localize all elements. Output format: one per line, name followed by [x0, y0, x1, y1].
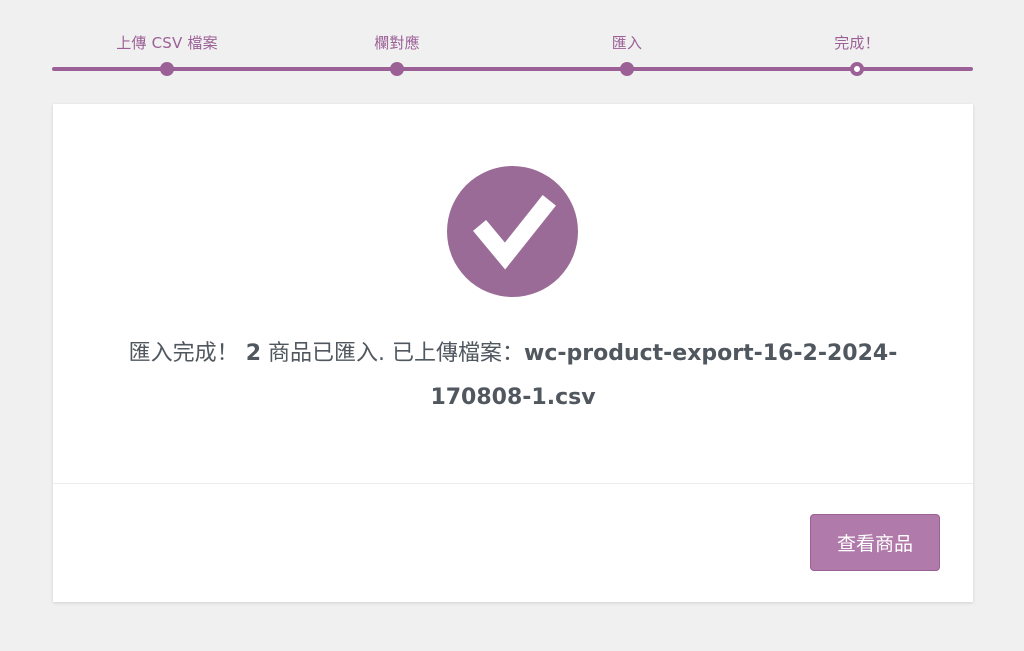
step-dot-done-current — [850, 62, 864, 76]
progress-line — [52, 67, 973, 71]
checkmark-icon — [473, 195, 556, 270]
import-complete-text: 匯入完成！ — [128, 341, 239, 366]
step-label-upload: 上傳 CSV 檔案 — [116, 34, 218, 52]
success-badge — [447, 166, 578, 297]
import-result-card: 匯入完成！ 2 商品已匯入. 已上傳檔案：wc-product-export-1… — [53, 104, 973, 602]
step-label-import: 匯入 — [611, 34, 643, 52]
view-products-button[interactable]: 查看商品 — [810, 514, 940, 571]
imported-count: 2 — [245, 341, 261, 366]
uploaded-filename-part2: 170808-1.csv — [430, 385, 596, 410]
step-dot-upload — [160, 62, 174, 76]
uploaded-filename-part1: wc-product-export-16-2-2024- — [524, 341, 898, 366]
step-label-done: 完成！ — [834, 34, 880, 52]
step-dot-import — [620, 62, 634, 76]
import-result-message: 匯入完成！ 2 商品已匯入. 已上傳檔案：wc-product-export-1… — [83, 332, 943, 420]
step-label-mapping: 欄對應 — [374, 34, 420, 52]
step-dot-mapping — [390, 62, 404, 76]
card-divider — [53, 483, 973, 484]
progress-steps: 上傳 CSV 檔案 欄對應 匯入 完成！ — [52, 0, 973, 90]
imported-text: 商品已匯入. 已上傳檔案： — [268, 341, 524, 366]
